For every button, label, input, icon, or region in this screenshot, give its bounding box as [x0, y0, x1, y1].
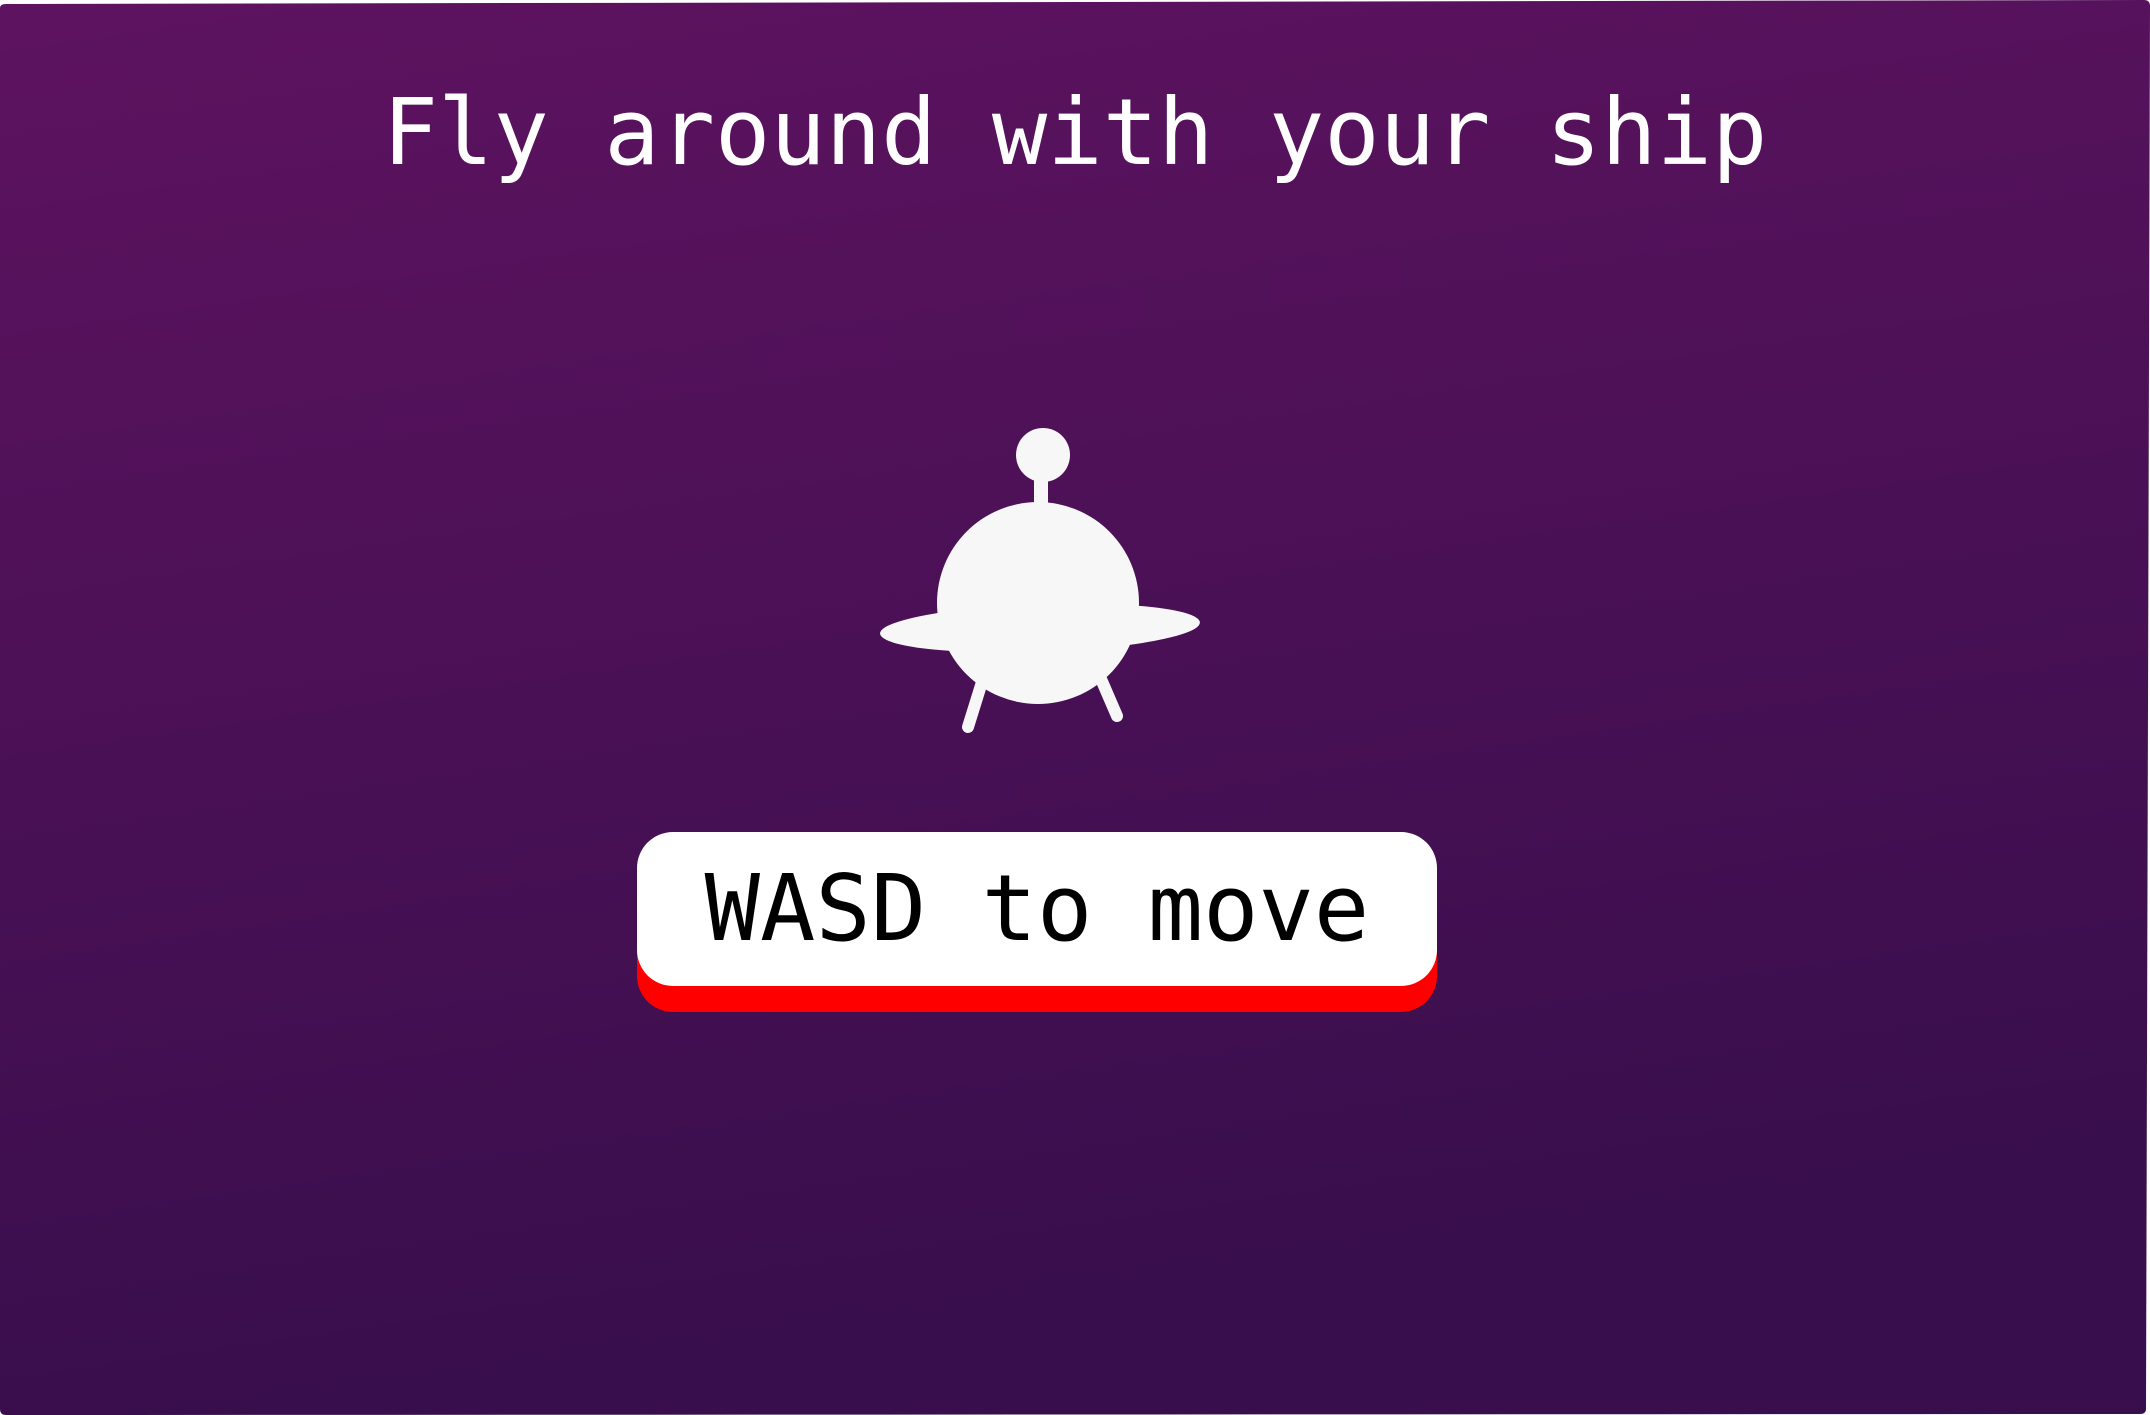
controls-hint-label: WASD to move [637, 832, 1437, 986]
hint-badge: WASD to move [637, 832, 1437, 1012]
game-screen: Fly around with your ship WASD to move [0, 0, 2150, 1415]
ufo-icon [880, 428, 1200, 733]
page-title: Fly around with your ship [382, 79, 1768, 186]
